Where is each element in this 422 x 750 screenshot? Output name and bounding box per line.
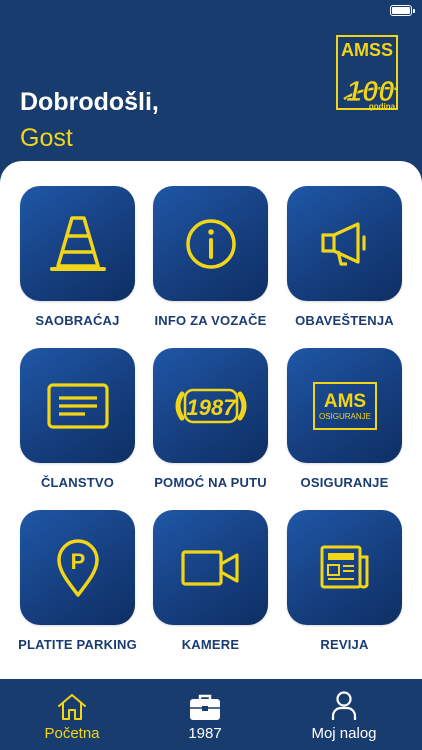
tile-osiguranje[interactable]: AMS OSIGURANJE OSIGURANJE <box>287 348 402 490</box>
tile-label: KAMERE <box>181 637 240 652</box>
status-bar <box>0 0 422 24</box>
traffic-cone-icon <box>49 215 106 271</box>
tile-saobracaj[interactable]: SAOBRAĆAJ <box>20 186 135 328</box>
tile-revija-box[interactable] <box>287 510 402 625</box>
home-icon <box>58 694 86 720</box>
tile-obavestenja[interactable]: OBAVEŠTENJA <box>287 186 402 328</box>
tab-moj-nalog[interactable]: Moj nalog <box>301 679 387 750</box>
tile-clanstvo-box[interactable] <box>20 348 135 463</box>
tab-label: Moj nalog <box>311 725 377 742</box>
tile-clanstvo[interactable]: ČLANSTVO <box>20 348 135 490</box>
tile-pomoc-na-putu[interactable]: 1987 POMOĆ NA PUTU <box>153 348 268 490</box>
svg-text:AMS: AMS <box>323 391 365 412</box>
svg-text:OSIGURANJE: OSIGURANJE <box>318 412 370 421</box>
parking-pin-icon: P <box>56 538 99 597</box>
newspaper-icon <box>320 545 368 589</box>
greeting-text: Dobrodošli, <box>20 88 159 116</box>
video-camera-icon <box>180 549 239 586</box>
svg-text:P: P <box>70 549 85 574</box>
tile-kamere[interactable]: KAMERE <box>153 510 268 652</box>
tile-label: OSIGURANJE <box>300 475 389 490</box>
tab-bar: Početna 1987 Moj nalog <box>0 679 422 750</box>
tile-platite-parking[interactable]: P PLATITE PARKING <box>18 510 137 652</box>
ams-insurance-icon: AMS OSIGURANJE <box>312 381 377 430</box>
tile-saobracaj-box[interactable] <box>20 186 135 301</box>
svg-text:godina: godina <box>369 102 396 111</box>
amss-logo: AMSS 100 godina <box>336 35 406 111</box>
tile-info-box[interactable] <box>153 186 268 301</box>
briefcase-icon <box>190 694 220 720</box>
tile-label: POMOĆ NA PUTU <box>154 475 267 490</box>
tile-label: INFO ZA VOZAČE <box>154 313 267 328</box>
user-icon <box>331 691 357 720</box>
tab-label: Početna <box>44 725 100 742</box>
roadside-1987-icon: 1987 <box>175 388 246 423</box>
tab-1987[interactable]: 1987 <box>170 679 240 750</box>
tile-label: PLATITE PARKING <box>18 637 137 652</box>
info-icon <box>185 218 236 269</box>
user-name: Gost <box>20 124 73 152</box>
battery-icon <box>390 5 415 16</box>
tile-info-za-vozace[interactable]: INFO ZA VOZAČE <box>153 186 268 328</box>
menu-panel: SAOBRAĆAJ INFO ZA VOZAČE OBAVEŠTENJA ČLA… <box>0 161 422 691</box>
tile-label: REVIJA <box>320 637 369 652</box>
tab-pocetna[interactable]: Početna <box>32 679 112 750</box>
tile-pomoc-box[interactable]: 1987 <box>153 348 268 463</box>
tile-kamere-box[interactable] <box>153 510 268 625</box>
svg-text:AMSS: AMSS <box>341 40 393 60</box>
tile-obavestenja-box[interactable] <box>287 186 402 301</box>
tab-label: 1987 <box>188 725 222 742</box>
tile-parking-box[interactable]: P <box>20 510 135 625</box>
tile-osiguranje-box[interactable]: AMS OSIGURANJE <box>287 348 402 463</box>
tile-revija[interactable]: REVIJA <box>287 510 402 652</box>
tile-label: SAOBRAĆAJ <box>35 313 120 328</box>
membership-card-icon <box>46 382 109 429</box>
tile-label: OBAVEŠTENJA <box>295 313 394 328</box>
svg-text:1987: 1987 <box>186 395 237 420</box>
megaphone-icon <box>320 221 366 266</box>
tile-label: ČLANSTVO <box>40 475 115 490</box>
